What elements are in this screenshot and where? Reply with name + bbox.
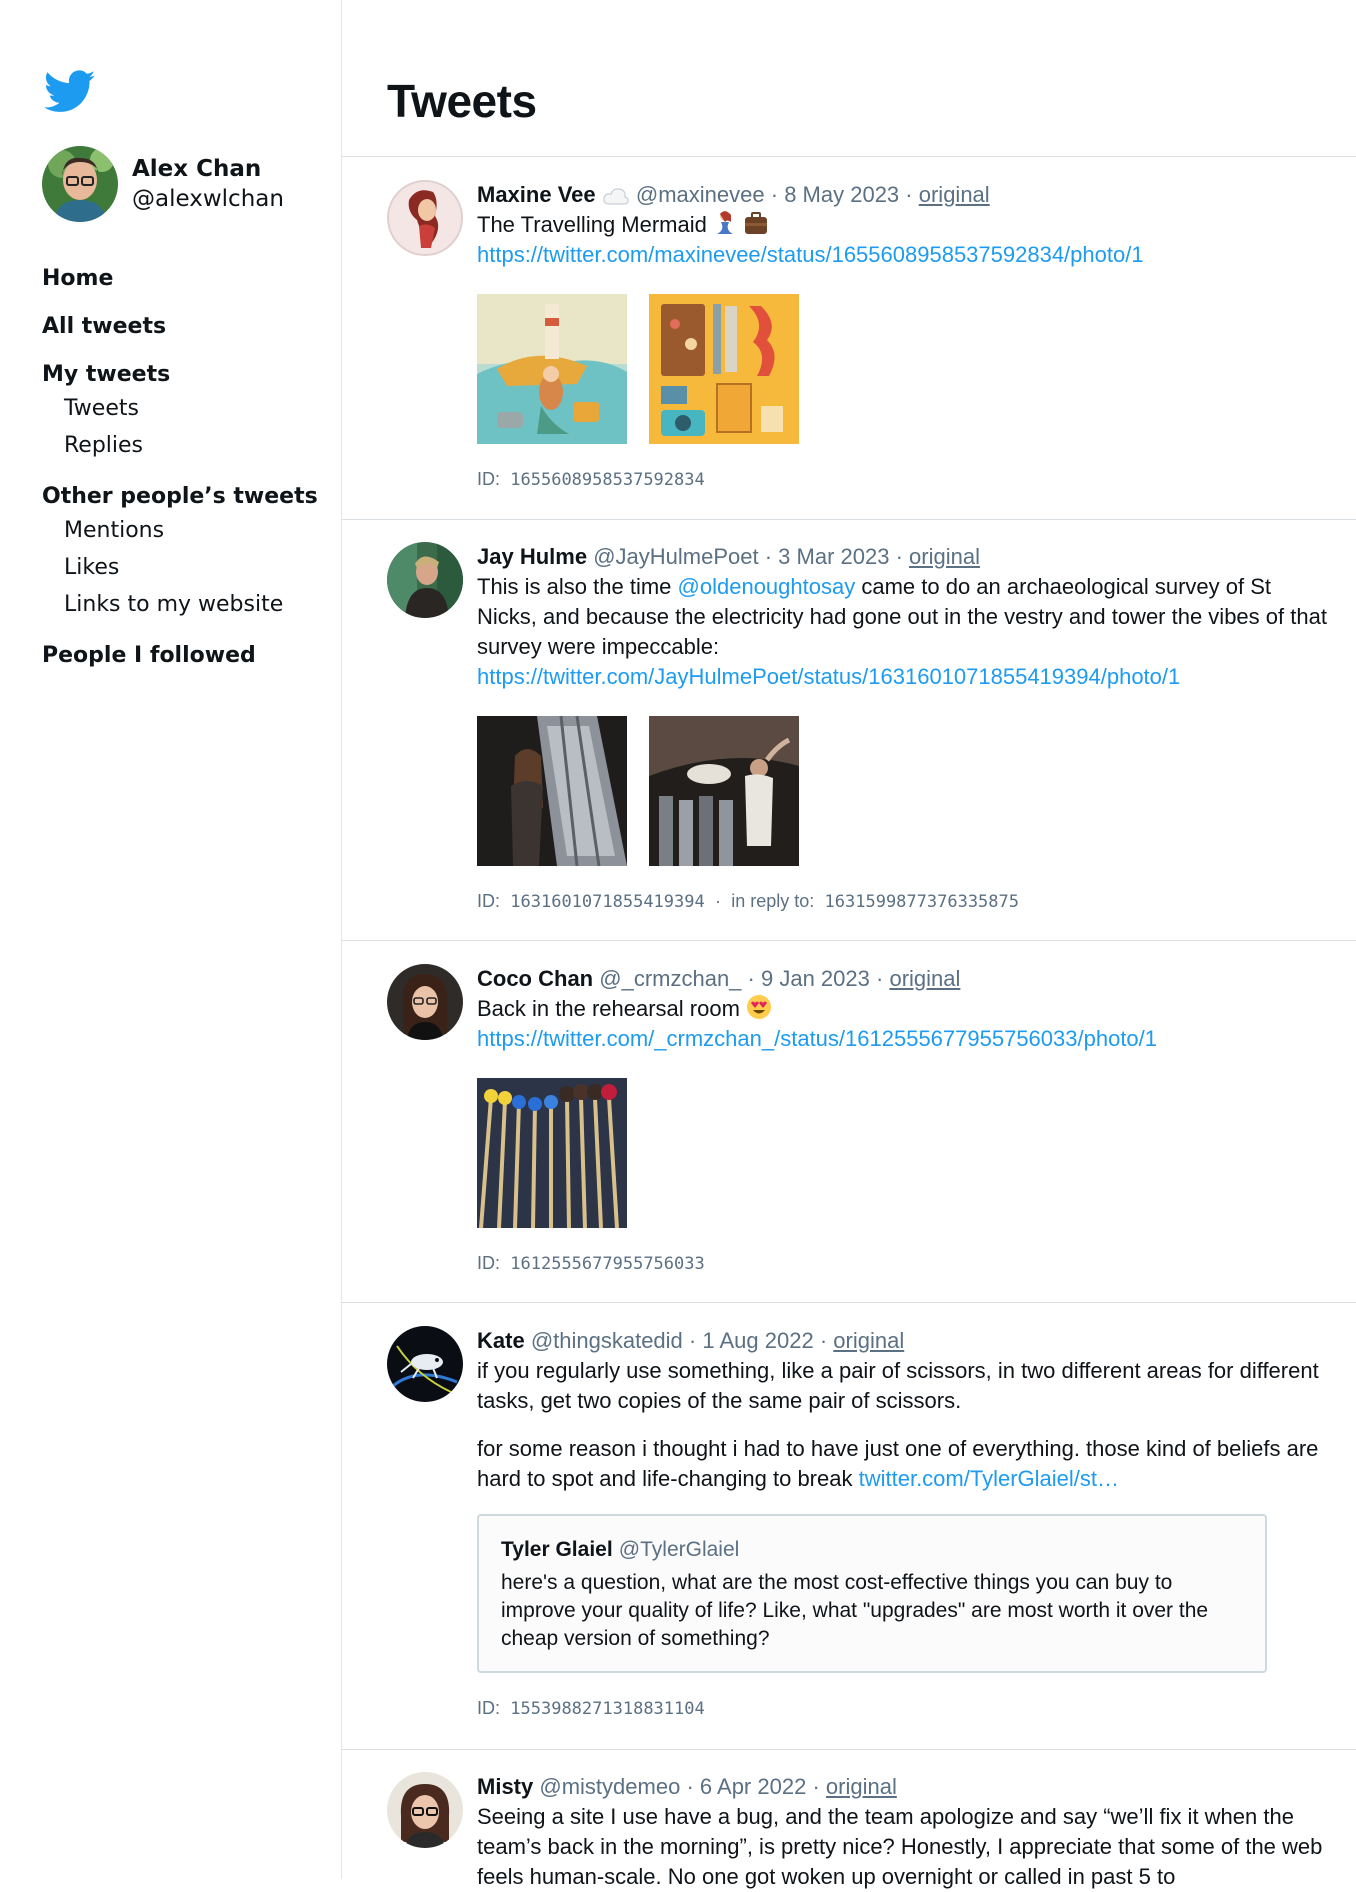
heart-eyes-emoji-icon (747, 995, 772, 1019)
avatar (42, 146, 118, 222)
mention-link[interactable]: @oldenoughtosay (678, 574, 856, 599)
tweet-author-name[interactable]: Jay Hulme (477, 544, 587, 569)
tweet-link[interactable]: https://twitter.com/maxinevee/status/165… (477, 242, 1144, 267)
tweet-text: Back in the rehearsal room (477, 996, 740, 1021)
tweet-date: 1 Aug 2022 (702, 1328, 814, 1353)
original-link[interactable]: original (889, 966, 960, 991)
tweet-date: 8 May 2023 (784, 182, 900, 207)
original-link[interactable]: original (833, 1328, 904, 1353)
tweet-author-handle[interactable]: @mistydemeo (539, 1774, 680, 1799)
tweet-author-handle[interactable]: @thingskatedid (531, 1328, 683, 1353)
divider (342, 519, 1356, 520)
twitter-bird-icon[interactable] (44, 70, 96, 114)
tweet-text: if you regularly use something, like a p… (477, 1358, 1319, 1413)
avatar[interactable] (387, 180, 463, 256)
main-content: Tweets Maxine Vee @maxinevee · 8 May 202… (342, 0, 1356, 1889)
page-title: Tweets (387, 75, 537, 127)
reply-label: in reply to: (731, 891, 815, 911)
nav-other-likes[interactable]: Likes (64, 549, 318, 586)
divider (342, 156, 1356, 157)
tweet-media (477, 1078, 1327, 1228)
avatar[interactable] (387, 1772, 463, 1848)
tweet-photo[interactable] (477, 716, 627, 866)
tweet-date: 9 Jan 2023 (761, 966, 870, 991)
nav-my-tweets-replies[interactable]: Replies (64, 427, 318, 464)
nav-other-mentions[interactable]: Mentions (64, 512, 318, 549)
id-label: ID: (477, 469, 501, 489)
avatar[interactable] (387, 964, 463, 1040)
nav-all-tweets[interactable]: All tweets (42, 312, 318, 342)
tweet-photo[interactable] (649, 294, 799, 444)
id-label: ID: (477, 1253, 501, 1273)
nav-home[interactable]: Home (42, 264, 318, 294)
divider (342, 1302, 1356, 1303)
tweet-photo[interactable] (649, 716, 799, 866)
user-profile[interactable]: Alex Chan @alexwlchan (42, 144, 284, 224)
tweet-author-handle[interactable]: @JayHulmePoet (593, 544, 758, 569)
tweet-id: 1655608958537592834 (510, 470, 705, 490)
tweet-author-name[interactable]: Maxine Vee (477, 182, 596, 207)
nav-my-tweets[interactable]: My tweets (42, 360, 318, 390)
luggage-emoji-icon (745, 212, 768, 234)
divider (342, 1749, 1356, 1750)
avatar[interactable] (387, 542, 463, 618)
tweet-id: 1612555677955756033 (510, 1254, 705, 1274)
original-link[interactable]: original (919, 182, 990, 207)
tweet-link[interactable]: twitter.com/TylerGlaiel/st… (859, 1466, 1119, 1491)
tweet-author-name[interactable]: Misty (477, 1774, 533, 1799)
nav-other-tweets[interactable]: Other people’s tweets (42, 482, 318, 512)
original-link[interactable]: original (826, 1774, 897, 1799)
sidebar-nav: Home All tweets My tweets Tweets Replies… (42, 264, 318, 671)
tweet-date: 3 Mar 2023 (778, 544, 890, 569)
profile-handle: @alexwlchan (132, 186, 284, 212)
tweet-id: 1553988271318831104 (510, 1699, 705, 1719)
nav-people-followed[interactable]: People I followed (42, 641, 318, 671)
profile-name: Alex Chan (132, 156, 262, 182)
quote-author-name: Tyler Glaiel (501, 1538, 613, 1561)
tweet-text: for some reason i thought i had to have … (477, 1436, 1319, 1491)
tweet-photo[interactable] (477, 1078, 627, 1228)
tweet-author-name[interactable]: Kate (477, 1328, 525, 1353)
tweet-author-handle[interactable]: @maxinevee (636, 182, 765, 207)
tweet-text: The Travelling Mermaid (477, 212, 707, 237)
tweet-link[interactable]: https://twitter.com/_crmzchan_/status/16… (477, 1026, 1157, 1051)
nav-other-links[interactable]: Links to my website (64, 586, 318, 623)
id-label: ID: (477, 891, 501, 911)
tweet-link[interactable]: https://twitter.com/JayHulmePoet/status/… (477, 664, 1180, 689)
tweet-author-name[interactable]: Coco Chan (477, 966, 593, 991)
id-label: ID: (477, 1698, 501, 1718)
tweet-photo[interactable] (477, 294, 627, 444)
tweet-id: 1631601071855419394 (510, 892, 705, 912)
mermaid-emoji-icon (717, 211, 733, 234)
quote-author-handle: @TylerGlaiel (618, 1538, 740, 1561)
sidebar: Alex Chan @alexwlchan Home All tweets My… (0, 0, 342, 1879)
tweet-media (477, 294, 1327, 444)
quote-text: here's a question, what are the most cos… (501, 1571, 1209, 1650)
quoted-tweet[interactable]: Tyler Glaiel @TylerGlaiel here's a quest… (477, 1514, 1267, 1673)
reply-to-id[interactable]: 1631599877376335875 (825, 892, 1019, 912)
tweet-date: 6 Apr 2022 (699, 1774, 807, 1799)
avatar[interactable] (387, 1326, 463, 1402)
tweet-media (477, 716, 1327, 866)
divider (342, 940, 1356, 941)
original-link[interactable]: original (909, 544, 980, 569)
nav-my-tweets-tweets[interactable]: Tweets (64, 390, 318, 427)
tweet-text: This is also the time @oldenoughtosay ca… (477, 574, 1327, 659)
tweet-author-handle[interactable]: @_crmzchan_ (599, 966, 741, 991)
cloud-icon (603, 188, 629, 205)
